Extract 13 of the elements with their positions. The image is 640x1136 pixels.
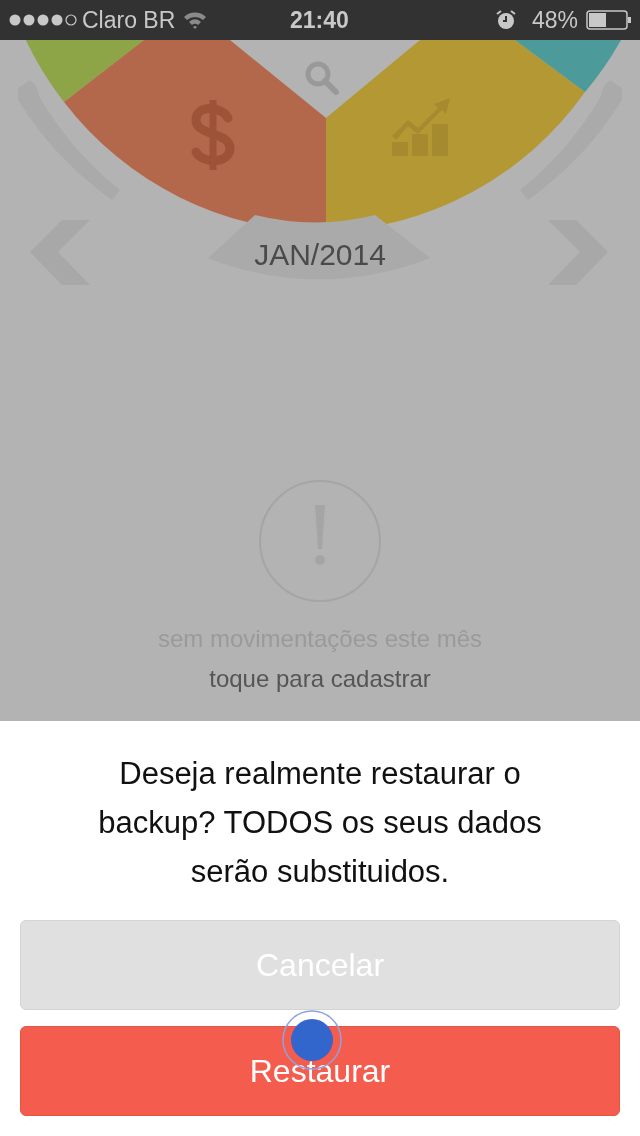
battery-icon xyxy=(586,10,632,30)
dollar-icon xyxy=(191,100,235,170)
month-label: JAN/2014 xyxy=(254,237,386,273)
carrier-name: Claro BR xyxy=(82,5,176,35)
add-entry-link[interactable]: toque para cadastrar xyxy=(209,661,431,697)
dialog-message: Deseja realmente restaurar o backup? TODOS os seus dados serão substituidos. xyxy=(97,755,543,891)
signal-icon xyxy=(8,13,78,27)
battery-percent: 48% xyxy=(531,5,578,35)
wifi-icon xyxy=(183,11,208,29)
alarm-icon xyxy=(495,10,516,30)
restore-button[interactable]: Restaurar xyxy=(20,1026,620,1116)
clock-time: 21:40 xyxy=(290,5,349,35)
search-icon xyxy=(305,61,339,95)
